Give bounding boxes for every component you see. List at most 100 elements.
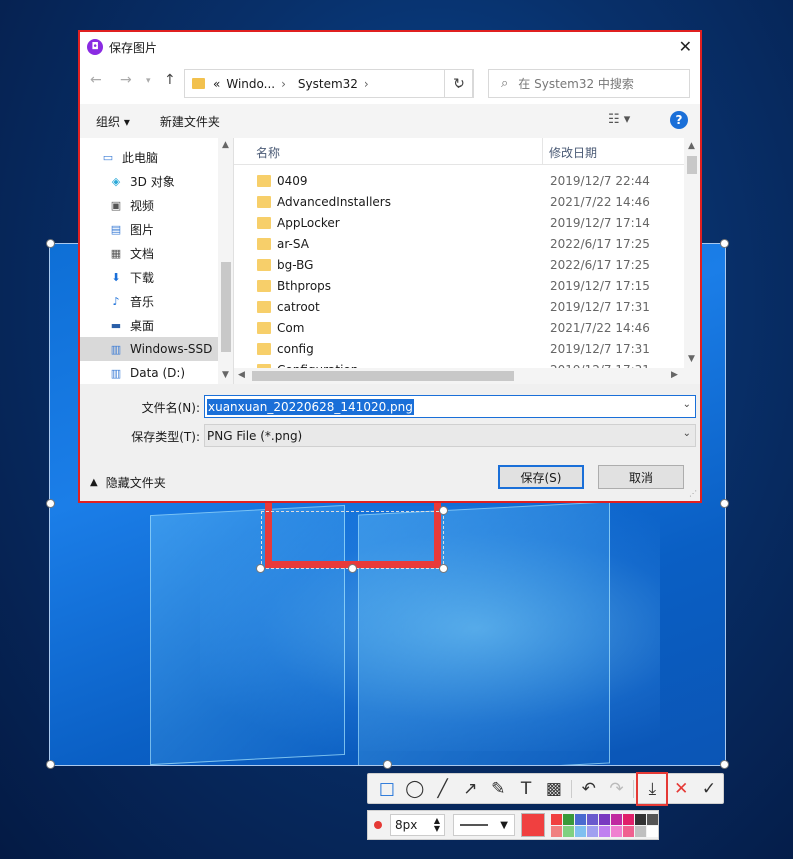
cancel-button[interactable]: 取消 [598,465,684,489]
chevron-down-icon[interactable]: ⌄ [683,399,691,410]
column-name[interactable]: 名称 [256,144,280,161]
color-swatch[interactable] [551,813,562,825]
nav-item[interactable]: ▭ 此电脑 [80,145,218,169]
file-row[interactable]: 0409 2019/12/7 22:44 [234,170,684,191]
nav-item[interactable]: ▥ Windows-SSD [80,337,218,361]
color-swatch[interactable] [563,813,574,825]
color-swatch[interactable] [623,813,634,825]
filename-input[interactable]: xuanxuan_20220628_141020.png ⌄ [204,395,696,418]
annotation-handle-top-right[interactable] [439,506,448,515]
vertical-scrollbar[interactable]: ▲ ▼ [684,138,700,368]
file-row[interactable]: AdvancedInstallers 2021/7/22 14:46 [234,191,684,212]
address-bar[interactable]: « Windo... › System32 › ⌄ [184,69,473,98]
nav-item[interactable]: ♪ 音乐 [80,289,218,313]
color-swatch[interactable] [575,825,586,837]
file-row[interactable]: Bthprops 2019/12/7 17:15 [234,275,684,296]
color-swatch[interactable] [599,813,610,825]
filetype-select[interactable]: PNG File (*.png) ⌄ [204,424,696,447]
new-folder-button[interactable]: 新建文件夹 [160,113,220,130]
color-swatch[interactable] [623,825,634,837]
nav-item[interactable]: ▤ 图片 [80,217,218,241]
file-row[interactable]: bg-BG 2022/6/17 17:25 [234,254,684,275]
color-swatch[interactable] [599,825,610,837]
scroll-down-icon[interactable]: ▼ [222,370,229,380]
pen-tool-icon[interactable]: ✎ [484,775,512,803]
color-swatch[interactable] [611,825,622,837]
file-row[interactable]: catroot 2019/12/7 17:31 [234,296,684,317]
cancel-x-icon[interactable]: ✕ [667,775,695,803]
scroll-down-icon[interactable]: ▼ [688,354,695,364]
scroll-left-icon[interactable]: ◀ [238,370,245,380]
breadcrumb-system32[interactable]: System32 [298,77,358,91]
scrollbar-thumb[interactable] [252,371,514,381]
refresh-icon[interactable]: ↻ [444,69,474,98]
annotation-handle-bottom-left[interactable] [256,564,265,573]
file-row[interactable]: AppLocker 2019/12/7 17:14 [234,212,684,233]
navigation-scrollbar[interactable]: ▲ ▼ [218,138,233,384]
column-divider[interactable] [542,138,543,165]
scrollbar-thumb[interactable] [687,156,697,174]
resize-handle-left[interactable] [46,499,55,508]
breadcrumb-overflow[interactable]: « [213,77,220,91]
back-arrow-icon[interactable]: ← [90,72,102,88]
color-swatch[interactable] [647,825,658,837]
resize-handle-top-right[interactable] [720,239,729,248]
resize-handle-right[interactable] [720,499,729,508]
organize-menu[interactable]: 组织 ▾ [96,113,130,130]
save-button[interactable]: 保存(S) [498,465,584,489]
hide-folders-toggle[interactable]: ▲ 隐藏文件夹 [90,474,166,491]
color-swatch[interactable] [647,813,658,825]
save-download-icon[interactable]: ⤓ [636,771,669,806]
resize-handle-bottom-right[interactable] [720,760,729,769]
resize-handle-top-left[interactable] [46,239,55,248]
line-style-select[interactable]: ▼ [453,814,515,836]
file-row[interactable]: ar-SA 2022/6/17 17:25 [234,233,684,254]
pen-size-select[interactable]: 8px ▲ ▼ [390,814,445,836]
resize-handle-bottom[interactable] [383,760,392,769]
close-icon[interactable]: ✕ [679,37,692,56]
scrollbar-thumb[interactable] [221,262,231,352]
text-tool-icon[interactable]: T [512,775,540,803]
color-swatch[interactable] [587,825,598,837]
line-tool-icon[interactable]: ╱ [429,775,457,803]
nav-item[interactable]: ▣ 视频 [80,193,218,217]
undo-icon[interactable]: ↶ [575,775,603,803]
nav-item[interactable]: ◈ 3D 对象 [80,169,218,193]
file-row[interactable]: config 2019/12/7 17:31 [234,338,684,359]
color-swatch[interactable] [635,825,646,837]
column-modified-date[interactable]: 修改日期 [549,144,597,161]
scroll-up-icon[interactable]: ▲ [688,141,695,151]
annotation-handle-bottom[interactable] [348,564,357,573]
search-input[interactable]: ⌕ 在 System32 中搜索 [488,69,690,98]
color-swatch[interactable] [575,813,586,825]
nav-item[interactable]: ⬇ 下载 [80,265,218,289]
stepper-icon[interactable]: ▲ ▼ [434,817,440,833]
breadcrumb-windows[interactable]: Windo... [226,77,275,91]
confirm-check-icon[interactable]: ✓ [695,775,723,803]
recent-locations-chevron-icon[interactable]: ▾ [146,76,151,86]
mosaic-tool-icon[interactable]: ▩ [540,775,568,803]
nav-item[interactable]: ▥ Data (D:) [80,361,218,384]
ellipse-tool-icon[interactable]: ◯ [401,775,429,803]
color-swatch[interactable] [635,813,646,825]
resize-handle-bottom-left[interactable] [46,760,55,769]
nav-item[interactable]: ▬ 桌面 [80,313,218,337]
current-color-swatch[interactable] [521,813,545,837]
forward-arrow-icon[interactable]: → [120,72,132,88]
chevron-right-icon[interactable]: › [364,77,369,91]
help-icon[interactable]: ? [670,111,688,129]
color-swatch[interactable] [551,825,562,837]
up-arrow-icon[interactable]: ↑ [164,72,176,88]
chevron-right-icon[interactable]: › [281,77,286,91]
scroll-up-icon[interactable]: ▲ [222,140,229,150]
file-row[interactable]: Com 2021/7/22 14:46 [234,317,684,338]
rectangle-tool-icon[interactable]: □ [373,775,401,803]
chevron-down-icon[interactable]: ⌄ [683,428,691,439]
view-options-icon[interactable]: ☷ ▾ [608,112,630,127]
arrow-tool-icon[interactable]: ↗ [456,775,484,803]
color-swatch[interactable] [611,813,622,825]
color-swatch[interactable] [563,825,574,837]
horizontal-scrollbar[interactable]: ◀ ▶ [234,368,700,384]
scroll-right-icon[interactable]: ▶ [671,370,678,380]
redo-icon[interactable]: ↷ [603,775,631,803]
